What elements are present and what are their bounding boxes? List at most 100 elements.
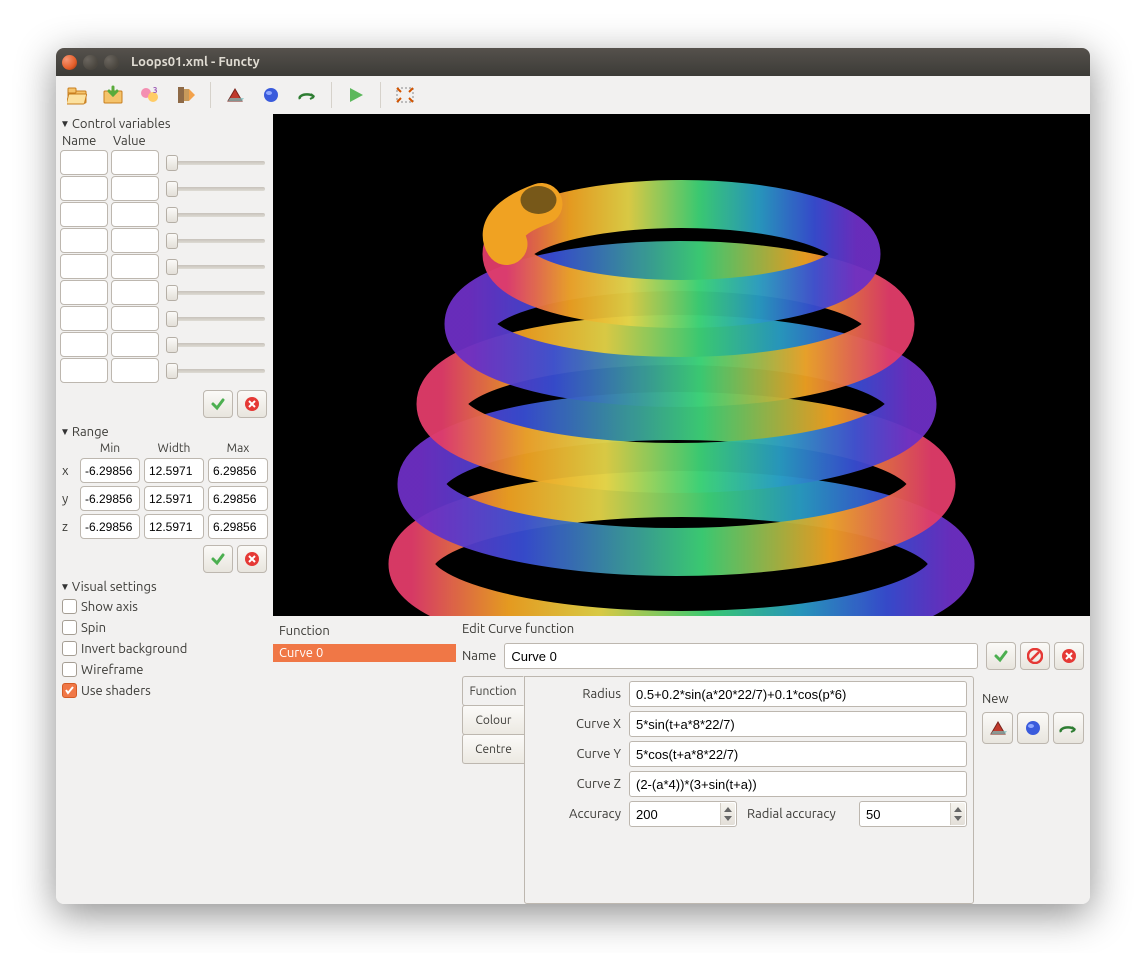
main-toolbar: 3 — [56, 76, 1090, 114]
tab-colour[interactable]: Colour — [462, 705, 524, 735]
range-apply-button[interactable] — [203, 545, 233, 573]
curve-x-label: Curve X — [531, 717, 625, 731]
use-shaders-checkbox[interactable]: Use shaders — [60, 681, 269, 700]
spin-checkbox[interactable]: Spin — [60, 618, 269, 637]
var-value-3[interactable] — [111, 228, 159, 253]
new-cartesian-button[interactable] — [982, 712, 1013, 744]
range-y-width[interactable] — [144, 486, 204, 511]
var-value-1[interactable] — [111, 176, 159, 201]
fullscreen-button[interactable] — [389, 80, 421, 110]
accuracy-label: Accuracy — [531, 807, 625, 821]
var-slider-2[interactable] — [166, 213, 265, 217]
expand-icon: ▼ — [60, 426, 70, 438]
var-value-5[interactable] — [111, 280, 159, 305]
radial-accuracy-input[interactable] — [859, 801, 967, 827]
var-value-0[interactable] — [111, 150, 159, 175]
tab-function[interactable]: Function — [462, 676, 524, 706]
tab-centre[interactable]: Centre — [462, 734, 524, 764]
curve-z-label: Curve Z — [531, 777, 625, 791]
radius-label: Radius — [531, 687, 625, 701]
var-name-4[interactable] — [60, 254, 108, 279]
radius-input[interactable] — [629, 681, 967, 707]
axis-label-x: x — [62, 458, 76, 483]
curve-x-input[interactable] — [629, 711, 967, 737]
function-list: Function Curve 0 — [273, 616, 456, 904]
var-slider-3[interactable] — [166, 239, 265, 243]
open-file-button[interactable] — [62, 80, 94, 110]
window-titlebar: Loops01.xml - Functy — [56, 48, 1090, 76]
range-x-width[interactable] — [144, 458, 204, 483]
window-close-button[interactable] — [62, 55, 77, 70]
new-label: New — [982, 692, 1084, 706]
var-value-4[interactable] — [111, 254, 159, 279]
axis-label-y: y — [62, 486, 76, 511]
function-list-header: Function — [273, 616, 456, 644]
svg-text:3: 3 — [153, 86, 158, 95]
range-x-min[interactable] — [80, 458, 140, 483]
range-header[interactable]: ▼Range — [60, 424, 269, 440]
name-label: Name — [462, 649, 496, 663]
range-min-header: Min — [80, 442, 140, 455]
editor-apply-button[interactable] — [986, 642, 1016, 670]
var-value-6[interactable] — [111, 306, 159, 331]
var-value-2[interactable] — [111, 202, 159, 227]
range-cancel-button[interactable] — [237, 545, 267, 573]
range-z-min[interactable] — [80, 514, 140, 539]
var-name-3[interactable] — [60, 228, 108, 253]
cartesian-button[interactable] — [219, 80, 251, 110]
var-name-0[interactable] — [60, 150, 108, 175]
curve-z-input[interactable] — [629, 771, 967, 797]
range-y-max[interactable] — [208, 486, 268, 511]
name-column-header: Name — [62, 134, 110, 148]
var-name-8[interactable] — [60, 358, 108, 383]
expand-icon: ▼ — [60, 581, 70, 593]
invert-background-checkbox[interactable]: Invert background — [60, 639, 269, 658]
new-spherical-button[interactable] — [1017, 712, 1048, 744]
objects-button[interactable]: 3 — [134, 80, 166, 110]
var-slider-1[interactable] — [166, 187, 265, 191]
editor-title: Edit Curve function — [462, 622, 1084, 636]
var-name-6[interactable] — [60, 306, 108, 331]
range-max-header: Max — [208, 442, 268, 455]
var-name-5[interactable] — [60, 280, 108, 305]
var-slider-4[interactable] — [166, 265, 265, 269]
range-y-min[interactable] — [80, 486, 140, 511]
var-slider-7[interactable] — [166, 343, 265, 347]
curve-button[interactable] — [291, 80, 323, 110]
play-button[interactable] — [340, 80, 372, 110]
var-name-7[interactable] — [60, 332, 108, 357]
curve-y-input[interactable] — [629, 741, 967, 767]
range-z-width[interactable] — [144, 514, 204, 539]
accuracy-input[interactable] — [629, 801, 737, 827]
editor-cancel-button[interactable] — [1054, 642, 1084, 670]
var-slider-8[interactable] — [166, 369, 265, 373]
export-button[interactable] — [170, 80, 202, 110]
var-name-2[interactable] — [60, 202, 108, 227]
variables-apply-button[interactable] — [203, 390, 233, 418]
window-maximize-button[interactable] — [104, 55, 119, 70]
var-slider-5[interactable] — [166, 291, 265, 295]
new-curve-button[interactable] — [1053, 712, 1084, 744]
control-variables-header[interactable]: ▼Control variables — [60, 116, 269, 132]
var-name-1[interactable] — [60, 176, 108, 201]
window-minimize-button[interactable] — [83, 55, 98, 70]
variables-cancel-button[interactable] — [237, 390, 267, 418]
spiral-render — [273, 114, 1090, 616]
visual-settings-header[interactable]: ▼Visual settings — [60, 579, 269, 595]
editor-delete-button[interactable] — [1020, 642, 1050, 670]
function-list-item[interactable]: Curve 0 — [273, 644, 456, 662]
function-name-input[interactable] — [504, 643, 978, 669]
var-value-8[interactable] — [111, 358, 159, 383]
spherical-button[interactable] — [255, 80, 287, 110]
var-value-7[interactable] — [111, 332, 159, 357]
range-z-max[interactable] — [208, 514, 268, 539]
wireframe-checkbox[interactable]: Wireframe — [60, 660, 269, 679]
show-axis-checkbox[interactable]: Show axis — [60, 597, 269, 616]
range-width-header: Width — [144, 442, 204, 455]
viewport-3d[interactable] — [273, 114, 1090, 616]
var-slider-6[interactable] — [166, 317, 265, 321]
axis-label-z: z — [62, 514, 76, 539]
range-x-max[interactable] — [208, 458, 268, 483]
save-file-button[interactable] — [98, 80, 130, 110]
var-slider-0[interactable] — [166, 161, 265, 165]
